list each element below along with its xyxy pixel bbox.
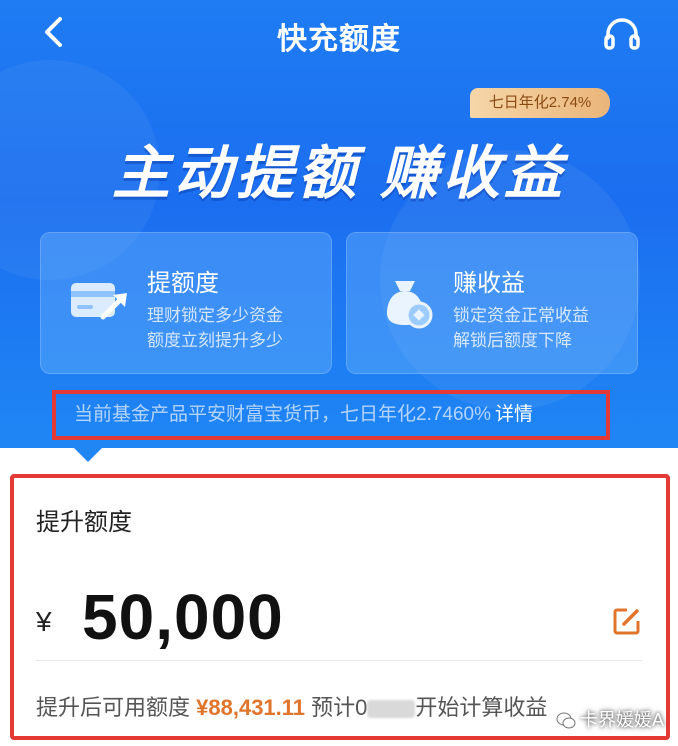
feature-card-desc-line: 锁定资金正常收益 bbox=[453, 306, 589, 325]
fund-info-bar: 当前基金产品平安财富宝货币，七日年化2.7460% 详情 bbox=[52, 390, 610, 440]
feature-card-title: 提额度 bbox=[147, 270, 219, 297]
support-button[interactable] bbox=[600, 12, 644, 56]
hero-slogan: 主动提额 赚收益 bbox=[111, 141, 567, 206]
money-bag-icon bbox=[387, 281, 433, 329]
feature-card-desc-line: 解锁后额度下降 bbox=[453, 331, 572, 350]
feature-card-desc-line: 理财锁定多少资金 bbox=[147, 306, 283, 325]
wechat-icon bbox=[556, 712, 576, 729]
page-title: 快充额度 bbox=[277, 23, 401, 56]
edit-icon[interactable] bbox=[612, 606, 642, 636]
watermark-text: 卡界媛媛A bbox=[580, 710, 665, 730]
feature-card-title: 赚收益 bbox=[453, 270, 525, 297]
footer-suffix: 开始计算收益 bbox=[415, 695, 548, 720]
fund-info-text: 当前基金产品平安财富宝货币，七日年化2.7460% bbox=[74, 404, 492, 425]
headset-icon bbox=[604, 18, 640, 50]
available-limit-line: 提升后可用额度 ¥88,431.11 预计0 开始计算收益 bbox=[36, 690, 547, 722]
card-arrow-icon bbox=[71, 283, 127, 320]
blurred-date bbox=[367, 700, 416, 719]
feature-card-desc: 锁定资金正常收益 解锁后额度下降 bbox=[453, 303, 589, 353]
feature-card-desc-line: 额度立刻提升多少 bbox=[147, 331, 283, 350]
watermark: 卡界媛媛A bbox=[556, 706, 664, 732]
yield-badge: 七日年化2.74% bbox=[470, 88, 610, 118]
feature-card-earn-yield[interactable]: 赚收益 锁定资金正常收益 解锁后额度下降 bbox=[346, 232, 638, 374]
currency-symbol: ¥ bbox=[36, 606, 52, 637]
feature-card-desc: 理财锁定多少资金 额度立刻提升多少 bbox=[147, 303, 283, 353]
footer-mid: 预计0 bbox=[311, 695, 368, 720]
panel-pointer bbox=[74, 448, 102, 462]
footer-prefix: 提升后可用额度 bbox=[36, 695, 191, 720]
fund-detail-link[interactable]: 详情 bbox=[495, 404, 533, 425]
hero-banner: 快充额度 七日年化2.74% 主动提额 赚收益 提额度 理财锁定多少资金 额度立… bbox=[0, 0, 678, 448]
available-amount: ¥88,431.11 bbox=[196, 695, 306, 720]
divider bbox=[36, 660, 642, 661]
boost-label: 提升额度 bbox=[36, 509, 132, 536]
boost-amount-input[interactable]: 50,000 bbox=[82, 580, 284, 654]
feature-card-raise-limit[interactable]: 提额度 理财锁定多少资金 额度立刻提升多少 bbox=[40, 232, 332, 374]
